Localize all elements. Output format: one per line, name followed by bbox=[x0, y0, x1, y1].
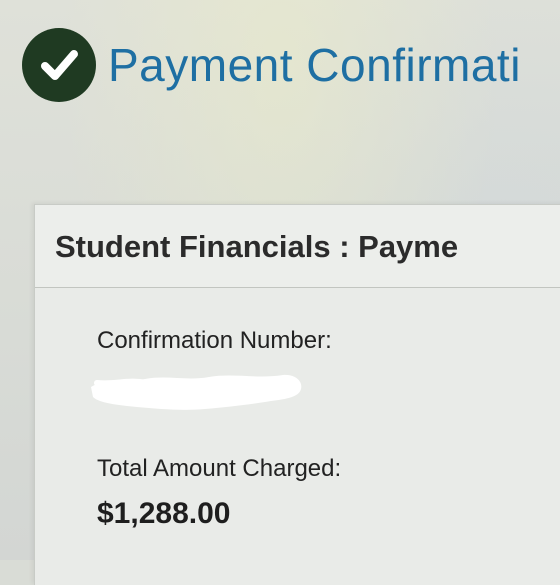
panel-title: Student Financials : Payme bbox=[55, 229, 459, 264]
confirmation-number-label: Confirmation Number: bbox=[97, 327, 332, 354]
total-amount-label: Total Amount Charged: bbox=[97, 455, 342, 482]
total-amount-value: $1,288.00 bbox=[97, 497, 231, 530]
page-header: Payment Confirmati bbox=[22, 28, 521, 102]
payment-panel: Student Financials : Payme Confirmation … bbox=[34, 204, 560, 585]
redacted-confirmation-number bbox=[91, 374, 302, 410]
page-title: Payment Confirmati bbox=[108, 39, 521, 91]
check-circle-icon bbox=[22, 28, 96, 102]
panel-header: Student Financials : Payme bbox=[35, 205, 560, 288]
